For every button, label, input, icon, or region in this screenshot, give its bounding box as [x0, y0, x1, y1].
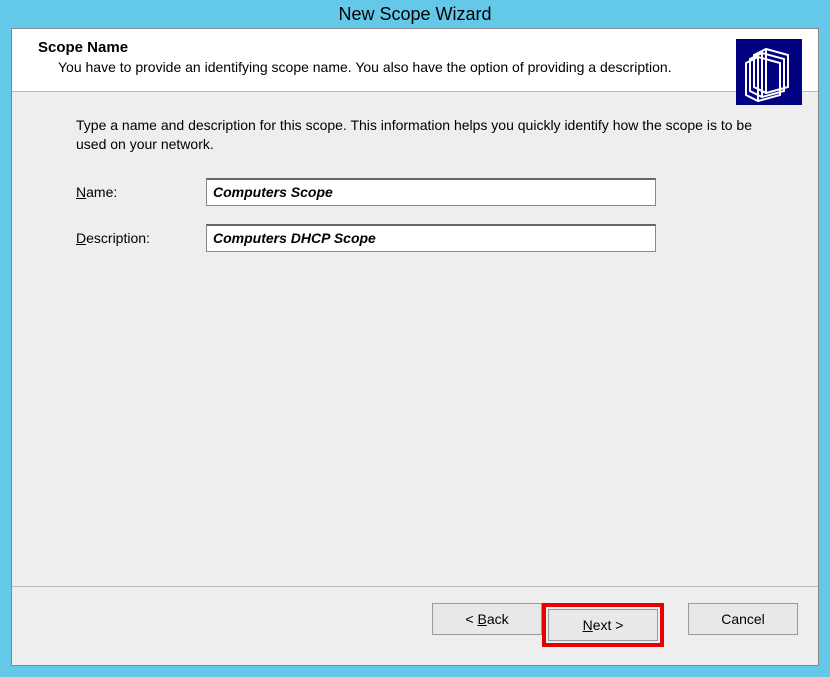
next-highlight: Next > [542, 603, 664, 647]
titlebar: New Scope Wizard [0, 0, 830, 28]
back-button[interactable]: < Back [432, 603, 542, 635]
cancel-button[interactable]: Cancel [688, 603, 798, 635]
description-input[interactable] [206, 224, 656, 252]
folder-icon [736, 39, 802, 105]
wizard-footer: < Back Next > Cancel [12, 586, 818, 665]
description-label: Description: [76, 230, 206, 246]
wizard-window: New Scope Wizard Scope Name You have to … [0, 0, 830, 677]
header-title: Scope Name [38, 39, 732, 56]
nav-button-group: < Back Next > [432, 603, 664, 647]
description-row: Description: [76, 224, 754, 252]
header-text: Scope Name You have to provide an identi… [38, 39, 802, 77]
content-intro: Type a name and description for this sco… [76, 116, 754, 154]
wizard-content: Type a name and description for this sco… [12, 92, 818, 586]
name-input[interactable] [206, 178, 656, 206]
name-row: Name: [76, 178, 754, 206]
header-subtitle: You have to provide an identifying scope… [58, 58, 732, 77]
window-title: New Scope Wizard [338, 4, 491, 25]
name-label: Name: [76, 184, 206, 200]
wizard-header: Scope Name You have to provide an identi… [12, 29, 818, 92]
next-button[interactable]: Next > [548, 609, 658, 641]
wizard-body: Scope Name You have to provide an identi… [11, 28, 819, 666]
